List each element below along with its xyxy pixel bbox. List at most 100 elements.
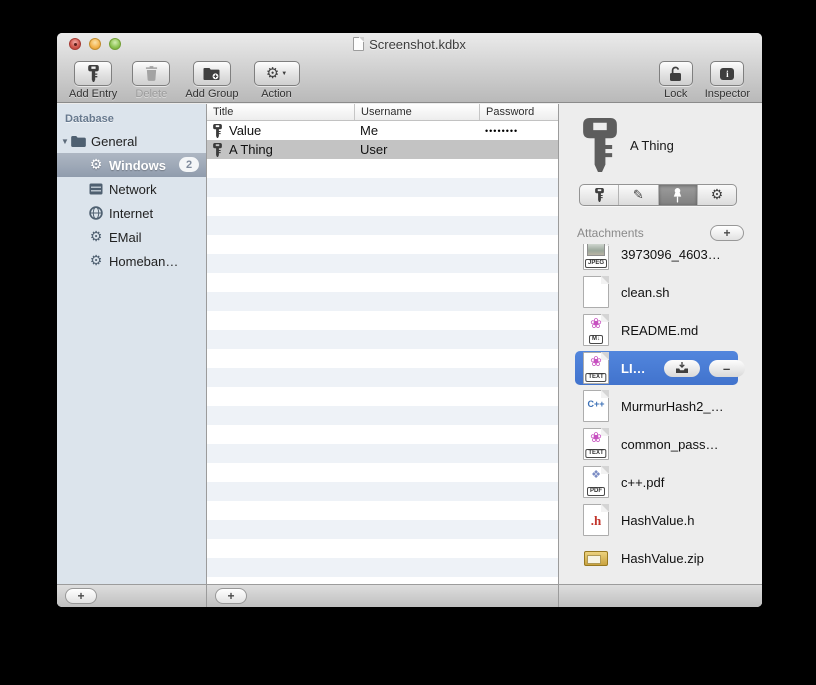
entry-table: Title Username Password Value Me •••••••… (207, 104, 558, 607)
toolbar-item-add-entry: Add Entry (69, 61, 117, 100)
text-file-icon: ❀ TEXT (583, 352, 609, 384)
attachments-bar: Attachments + (577, 223, 744, 243)
toolbar-item-inspector: i Inspector (705, 61, 750, 100)
attachments-scroll: JPEG 3973096_4603… clean.sh ❀ M↓ README.… (559, 244, 762, 577)
column-header-title[interactable]: Title (207, 104, 354, 120)
toolbar-item-action: ⚙ ▼ Action (253, 61, 300, 100)
header-file-icon: .h (583, 504, 609, 536)
toolbar-right-group: Lock i Inspector (658, 61, 750, 100)
attachment-actions: – (663, 359, 745, 377)
globe-icon (88, 206, 104, 220)
flower-icon: ❀ (590, 354, 602, 370)
window-chrome: Screenshot.kdbx Add Entry Delete Add Gro… (57, 33, 762, 103)
unlocked-padlock-icon (669, 66, 682, 82)
sidebar-section-header: Database (65, 113, 114, 125)
inspector-button[interactable]: i (710, 61, 745, 86)
pdf-art-icon: ❖ (591, 469, 601, 481)
attachments-label: Attachments (577, 226, 644, 240)
delete-button[interactable] (132, 61, 171, 86)
entry-count-badge: 2 (179, 157, 199, 172)
action-button[interactable]: ⚙ ▼ (253, 61, 300, 86)
gear-icon: ⚙ (89, 229, 103, 245)
chevron-down-icon: ▼ (281, 70, 288, 77)
sidebar-item-homebanking[interactable]: ⚙ Homeban… (57, 249, 206, 273)
flower-icon: ❀ (590, 316, 602, 332)
list-item[interactable]: clean.sh (559, 273, 762, 311)
gear-icon: ⚙ (265, 64, 280, 82)
toolbar: Add Entry Delete Add Group ⚙ ▼ Action Lo… (57, 55, 762, 103)
folder-plus-icon (203, 67, 220, 80)
toolbar-item-add-group: Add Group (185, 61, 239, 100)
app-window: Screenshot.kdbx Add Entry Delete Add Gro… (57, 33, 762, 607)
sidebar-item-network[interactable]: Network (57, 177, 206, 201)
toolbar-left-group: Add Entry Delete Add Group ⚙ ▼ Action (69, 61, 300, 100)
tab-key[interactable] (580, 185, 618, 205)
list-item[interactable]: C++ MurmurHash2_… (559, 387, 762, 425)
minus-icon: – (722, 360, 731, 376)
list-item[interactable]: JPEG 3973096_4603… (559, 244, 762, 273)
pdf-file-icon: ❖ PDF (583, 466, 609, 498)
save-to-disk-icon (675, 362, 689, 374)
entry-table-header: Title Username Password (207, 104, 558, 121)
sidebar-item-general[interactable]: ▼ General (57, 129, 206, 153)
list-item[interactable]: HashValue.zip (559, 539, 762, 577)
gear-icon: ⚙ (89, 253, 103, 269)
add-group-footer-button[interactable]: + (65, 588, 97, 604)
list-item-selected[interactable]: ❀ TEXT LI… – (559, 349, 762, 387)
titlebar[interactable]: Screenshot.kdbx (57, 33, 762, 55)
gear-icon: ⚙ (710, 187, 724, 203)
sidebar-item-email[interactable]: ⚙ EMail (57, 225, 206, 249)
sidebar-item-label: Homeban… (109, 253, 179, 269)
entry-username: Me (360, 123, 379, 138)
main-content: Database ▼ General ⚙ Windows 2 Network I… (57, 104, 762, 607)
key-icon (213, 142, 222, 157)
trash-icon (145, 66, 158, 81)
add-attachment-button[interactable]: + (710, 225, 744, 241)
add-group-button[interactable] (192, 61, 231, 86)
sidebar-item-label: Internet (109, 205, 154, 221)
add-entry-footer-button[interactable]: + (215, 588, 247, 604)
sidebar-item-label: EMail (109, 229, 142, 245)
action-label: Action (261, 88, 292, 100)
list-item[interactable]: .h HashValue.h (559, 501, 762, 539)
folder-icon (70, 135, 86, 147)
column-header-username[interactable]: Username (354, 104, 479, 120)
zip-file-icon (583, 542, 609, 574)
tab-attachments[interactable] (657, 185, 697, 205)
list-item[interactable]: ❀ TEXT common_pass… (559, 425, 762, 463)
inspector-header: A Thing (583, 118, 674, 172)
attachment-name: 3973096_4603… (621, 246, 721, 262)
server-icon (88, 183, 104, 195)
gear-icon: ⚙ (89, 157, 103, 173)
column-header-password[interactable]: Password (479, 104, 558, 120)
toolbar-item-delete: Delete (132, 61, 171, 100)
sidebar-item-windows[interactable]: ⚙ Windows 2 (57, 153, 206, 177)
attachment-name: c++.pdf (621, 474, 665, 490)
window-title: Screenshot.kdbx (369, 36, 466, 52)
add-group-label: Add Group (185, 88, 239, 100)
table-row-selected[interactable]: A Thing User (207, 140, 558, 159)
lock-button[interactable] (658, 61, 693, 86)
entry-table-footer: + (207, 584, 558, 607)
delete-label: Delete (135, 88, 168, 100)
sidebar-item-internet[interactable]: Internet (57, 201, 206, 225)
sidebar-item-label: Windows (109, 157, 166, 173)
remove-attachment-button[interactable]: – (708, 359, 745, 377)
attachment-name: HashValue.h (621, 512, 695, 528)
key-icon (213, 123, 222, 138)
jpeg-file-icon: JPEG (583, 244, 609, 270)
document-icon (353, 37, 365, 51)
pencil-icon: ✎ (632, 187, 644, 203)
add-entry-button[interactable] (74, 61, 113, 86)
sidebar-footer: + (57, 584, 206, 607)
table-row[interactable]: Value Me •••••••• (207, 121, 558, 140)
attachment-name: README.md (621, 322, 699, 338)
attachment-name: LI… (621, 360, 646, 376)
tab-edit[interactable]: ✎ (618, 185, 657, 205)
tab-settings[interactable]: ⚙ (696, 185, 736, 205)
list-item[interactable]: ❖ PDF c++.pdf (559, 463, 762, 501)
list-item[interactable]: ❀ M↓ README.md (559, 311, 762, 349)
export-attachment-button[interactable] (663, 359, 700, 377)
inspector-entry-title: A Thing (630, 137, 674, 153)
disclosure-triangle-icon[interactable]: ▼ (60, 137, 70, 146)
